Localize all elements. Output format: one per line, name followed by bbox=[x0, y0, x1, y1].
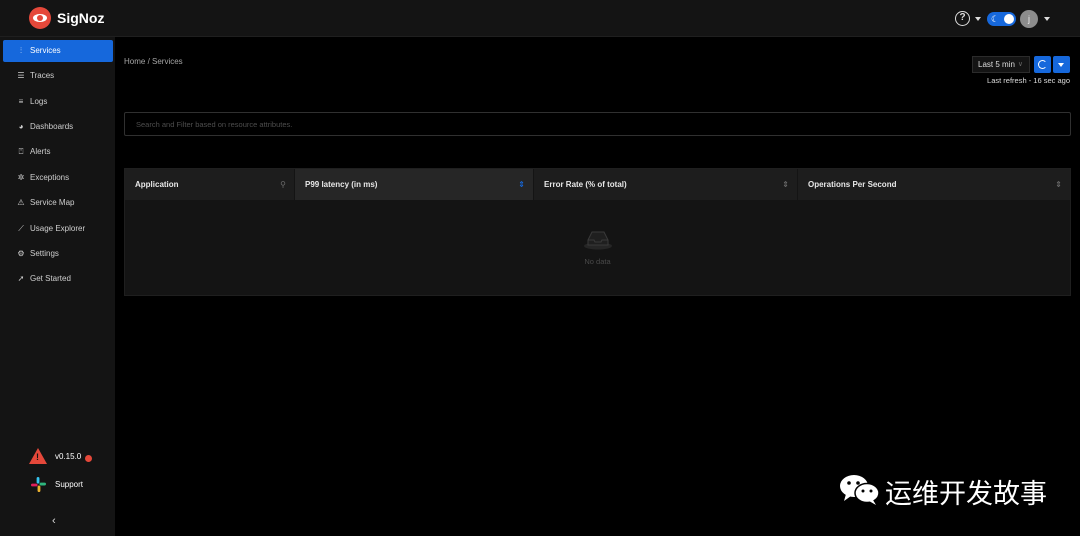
sidebar-item-services[interactable]: ⫶ Services bbox=[3, 40, 113, 62]
sidebar-item-get-started[interactable]: ➚ Get Started bbox=[3, 268, 113, 290]
bar-chart-icon: ⫶ bbox=[20, 46, 22, 55]
sidebar-item-service-map[interactable]: ⚠ Service Map bbox=[3, 192, 113, 214]
slack-icon[interactable] bbox=[31, 477, 46, 492]
search-icon[interactable]: ⚲ bbox=[280, 169, 286, 200]
sidebar-item-label: Alerts bbox=[30, 147, 51, 156]
watermark-text: 运维开发故事 bbox=[885, 479, 1047, 510]
sort-icon[interactable]: ⇕ bbox=[518, 169, 525, 200]
dashboard-icon: ◕ bbox=[18, 122, 24, 131]
user-avatar[interactable]: j bbox=[1020, 10, 1038, 28]
column-header-error-rate[interactable]: Error Rate (% of total) ⇕ bbox=[534, 169, 798, 200]
settings-icon: ⚙ bbox=[17, 249, 25, 258]
sidebar-item-label: Services bbox=[30, 46, 61, 55]
update-status-dot bbox=[85, 455, 92, 462]
bug-icon: ✲ bbox=[17, 173, 25, 182]
brand-name[interactable]: SigNoz bbox=[57, 10, 104, 26]
rocket-icon: ➚ bbox=[17, 274, 25, 283]
column-header-application[interactable]: Application ⚲ bbox=[125, 169, 295, 200]
support-link[interactable]: Support bbox=[55, 480, 83, 489]
resource-attribute-search[interactable] bbox=[124, 112, 1071, 136]
services-table: Application ⚲ P99 latency (in ms) ⇕ Erro… bbox=[124, 168, 1071, 296]
toggle-knob bbox=[1004, 14, 1014, 24]
time-range-value: Last 5 min bbox=[978, 60, 1015, 69]
sidebar-item-label: Exceptions bbox=[30, 173, 70, 182]
sidebar-item-label: Dashboards bbox=[30, 122, 74, 131]
align-left-icon: ≡ bbox=[18, 97, 24, 106]
sidebar-item-traces[interactable]: ☰ Traces bbox=[3, 65, 113, 87]
collapse-sidebar-icon[interactable]: ‹ bbox=[52, 515, 56, 527]
chevron-down-icon: ∨ bbox=[1017, 61, 1023, 68]
sidebar-item-exceptions[interactable]: ✲ Exceptions bbox=[3, 167, 113, 189]
warning-icon[interactable] bbox=[29, 448, 47, 464]
sidebar-item-label: Usage Explorer bbox=[30, 224, 86, 233]
column-label: P99 latency (in ms) bbox=[305, 180, 378, 189]
signoz-logo-icon[interactable] bbox=[29, 7, 51, 29]
column-label: Error Rate (% of total) bbox=[544, 180, 627, 189]
sidebar-item-usage-explorer[interactable]: ⟋ Usage Explorer bbox=[3, 218, 113, 240]
sidebar-item-label: Get Started bbox=[30, 274, 71, 283]
question-circle-icon[interactable]: ? bbox=[955, 11, 970, 26]
theme-toggle[interactable]: ☾ bbox=[987, 12, 1016, 26]
menu-icon: ☰ bbox=[17, 71, 25, 80]
sidebar-item-label: Service Map bbox=[30, 198, 75, 207]
top-header: SigNoz ? ☾ j bbox=[0, 0, 1080, 37]
sidebar-item-label: Logs bbox=[30, 97, 48, 106]
alert-icon: ⍞ bbox=[18, 147, 24, 156]
user-dropdown-caret-icon[interactable] bbox=[1044, 17, 1050, 21]
column-header-operations-per-second[interactable]: Operations Per Second ⇕ bbox=[798, 169, 1070, 200]
no-data-text: No data bbox=[584, 257, 611, 266]
moon-icon: ☾ bbox=[991, 14, 1000, 24]
version-label[interactable]: v0.15.0 bbox=[55, 452, 81, 461]
breadcrumb[interactable]: Home / Services bbox=[124, 57, 183, 66]
sidebar-item-label: Traces bbox=[30, 71, 55, 80]
line-chart-icon: ⟋ bbox=[18, 224, 24, 233]
empty-inbox-icon bbox=[584, 231, 612, 250]
sidebar-item-alerts[interactable]: ⍞ Alerts bbox=[3, 141, 113, 163]
sort-icon[interactable]: ⇕ bbox=[1055, 169, 1062, 200]
time-range-select[interactable]: Last 5 min ∨ bbox=[972, 56, 1030, 73]
sidebar-item-logs[interactable]: ≡ Logs bbox=[3, 91, 113, 113]
sidebar-item-label: Settings bbox=[30, 249, 59, 258]
deployment-unit-icon: ⚠ bbox=[17, 198, 25, 207]
sidebar: ⫶ Services ☰ Traces ≡ Logs ◕ Dashboards … bbox=[0, 37, 115, 536]
sidebar-item-settings[interactable]: ⚙ Settings bbox=[3, 243, 113, 265]
sidebar-item-dashboards[interactable]: ◕ Dashboards bbox=[3, 116, 113, 138]
refresh-options-dropdown-button[interactable] bbox=[1053, 56, 1070, 73]
help-dropdown-caret-icon[interactable] bbox=[975, 17, 981, 21]
column-label: Operations Per Second bbox=[808, 180, 897, 189]
refresh-button[interactable] bbox=[1034, 56, 1051, 73]
search-input[interactable] bbox=[125, 113, 1070, 135]
sort-icon[interactable]: ⇕ bbox=[782, 169, 789, 200]
column-label: Application bbox=[135, 180, 179, 189]
last-refresh-text: Last refresh - 16 sec ago bbox=[987, 76, 1070, 85]
wechat-icon bbox=[840, 475, 880, 505]
column-header-p99-latency[interactable]: P99 latency (in ms) ⇕ bbox=[295, 169, 534, 200]
empty-state: No data bbox=[125, 200, 1070, 296]
